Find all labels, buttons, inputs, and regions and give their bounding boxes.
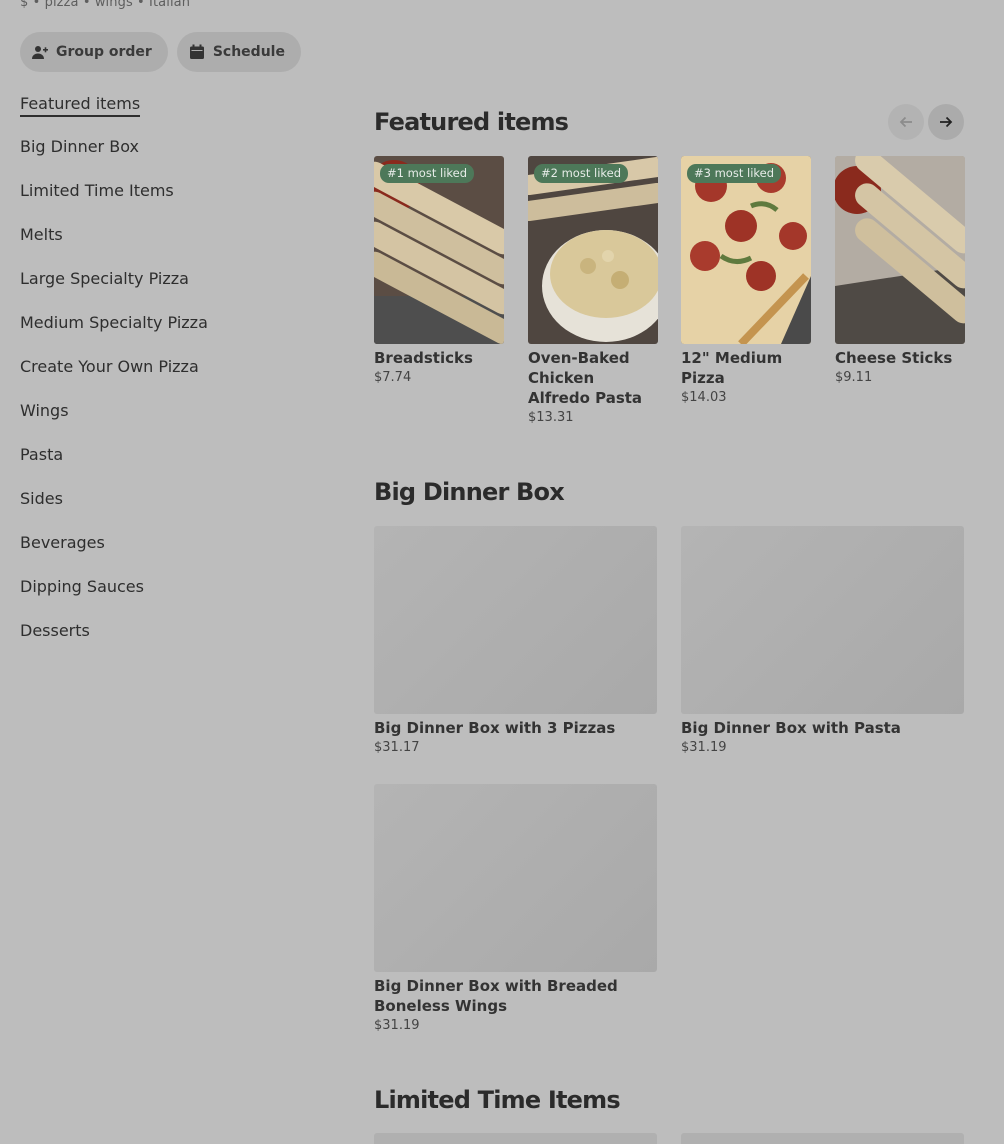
featured-items-heading: Featured items [374, 108, 569, 136]
sidebar-item-label: Create Your Own Pizza [20, 356, 199, 376]
cheese-sticks-photo [835, 156, 965, 344]
sidebar-item-create-your-own-pizza[interactable]: Create Your Own Pizza [20, 344, 320, 388]
limited-time-items-heading: Limited Time Items [374, 1086, 621, 1114]
item-name: Oven-Baked Chicken Alfredo Pasta [528, 349, 643, 407]
category-sidebar: Featured items Big Dinner Box Limited Ti… [20, 94, 320, 652]
most-liked-badge: #2 most liked [534, 164, 629, 183]
action-buttons: Group order Schedule [20, 32, 301, 72]
store-tags: $ • pizza • wings • Italian [20, 0, 191, 10]
arrow-right-icon [940, 116, 953, 128]
sidebar-item-pasta[interactable]: Pasta [20, 432, 320, 476]
featured-item-card[interactable]: Cheese Sticks $9.11 [835, 156, 965, 385]
add-person-icon [32, 46, 48, 59]
calendar-icon [189, 44, 204, 59]
most-liked-badge: #3 most liked [687, 164, 782, 183]
menu-item-card[interactable] [681, 1133, 964, 1144]
sidebar-item-desserts[interactable]: Desserts [20, 608, 320, 652]
menu-item-card[interactable]: Big Dinner Box with Pasta $31.19 [681, 526, 964, 755]
sidebar-item-big-dinner-box[interactable]: Big Dinner Box [20, 124, 320, 168]
item-price: $31.19 [374, 1018, 420, 1033]
sidebar-item-label: Limited Time Items [20, 180, 174, 200]
medium-pizza-photo: #3 most liked [681, 156, 811, 344]
sidebar-item-sides[interactable]: Sides [20, 476, 320, 520]
most-liked-badge: #1 most liked [380, 164, 475, 183]
menu-item-card[interactable]: Big Dinner Box with Breaded Boneless Win… [374, 784, 657, 1033]
item-price: $7.74 [374, 370, 412, 385]
sidebar-item-label: Sides [20, 488, 63, 508]
breadsticks-photo: #1 most liked [374, 156, 504, 344]
sidebar-item-label: Desserts [20, 620, 90, 640]
sidebar-item-label: Wings [20, 400, 69, 420]
item-name: Breadsticks [374, 349, 473, 367]
item-name: Big Dinner Box with Pasta [681, 719, 901, 737]
sidebar-item-wings[interactable]: Wings [20, 388, 320, 432]
item-image-placeholder [374, 526, 657, 714]
sidebar-item-label: Big Dinner Box [20, 136, 139, 156]
sidebar-item-label: Pasta [20, 444, 64, 464]
item-price: $31.19 [681, 740, 727, 755]
featured-item-card[interactable]: #3 most liked 12" Medium Pizza $14.03 [681, 156, 811, 405]
schedule-button[interactable]: Schedule [176, 32, 301, 72]
sidebar-item-label: Featured items [20, 94, 141, 117]
sidebar-item-beverages[interactable]: Beverages [20, 520, 320, 564]
item-name: Big Dinner Box with 3 Pizzas [374, 719, 616, 737]
alfredo-pasta-photo: #2 most liked [528, 156, 658, 344]
menu-item-card[interactable] [374, 1133, 657, 1144]
sidebar-item-featured-items[interactable]: Featured items [20, 94, 320, 124]
item-price: $13.31 [528, 410, 574, 425]
featured-item-card[interactable]: #2 most liked Oven-Baked Chicken Alfredo… [528, 156, 658, 425]
arrow-left-icon [899, 116, 912, 128]
sidebar-item-label: Melts [20, 224, 63, 244]
sidebar-item-medium-specialty-pizza[interactable]: Medium Specialty Pizza [20, 300, 320, 344]
item-name: 12" Medium Pizza [681, 349, 783, 387]
sidebar-item-limited-time-items[interactable]: Limited Time Items [20, 168, 320, 212]
sidebar-item-label: Dipping Sauces [20, 576, 144, 596]
item-price: $9.11 [835, 370, 873, 385]
schedule-label: Schedule [212, 44, 285, 60]
item-price: $14.03 [681, 390, 727, 405]
carousel-prev-button[interactable] [888, 104, 924, 140]
item-image-placeholder [374, 784, 657, 972]
big-dinner-box-heading: Big Dinner Box [374, 478, 565, 506]
sidebar-item-label: Large Specialty Pizza [20, 268, 189, 288]
item-price: $31.17 [374, 740, 420, 755]
sidebar-item-label: Medium Specialty Pizza [20, 312, 208, 332]
item-name: Cheese Sticks [835, 349, 953, 367]
menu-item-card[interactable]: Big Dinner Box with 3 Pizzas $31.17 [374, 526, 657, 755]
sidebar-item-melts[interactable]: Melts [20, 212, 320, 256]
sidebar-item-dipping-sauces[interactable]: Dipping Sauces [20, 564, 320, 608]
group-order-button[interactable]: Group order [20, 32, 168, 72]
item-image-placeholder [681, 526, 964, 714]
item-name: Big Dinner Box with Breaded Boneless Win… [374, 977, 618, 1015]
featured-item-card[interactable]: #1 most liked Breadsticks $7.74 [374, 156, 504, 385]
sidebar-item-label: Beverages [20, 532, 105, 552]
carousel-next-button[interactable] [928, 104, 964, 140]
sidebar-item-large-specialty-pizza[interactable]: Large Specialty Pizza [20, 256, 320, 300]
group-order-label: Group order [56, 44, 152, 60]
